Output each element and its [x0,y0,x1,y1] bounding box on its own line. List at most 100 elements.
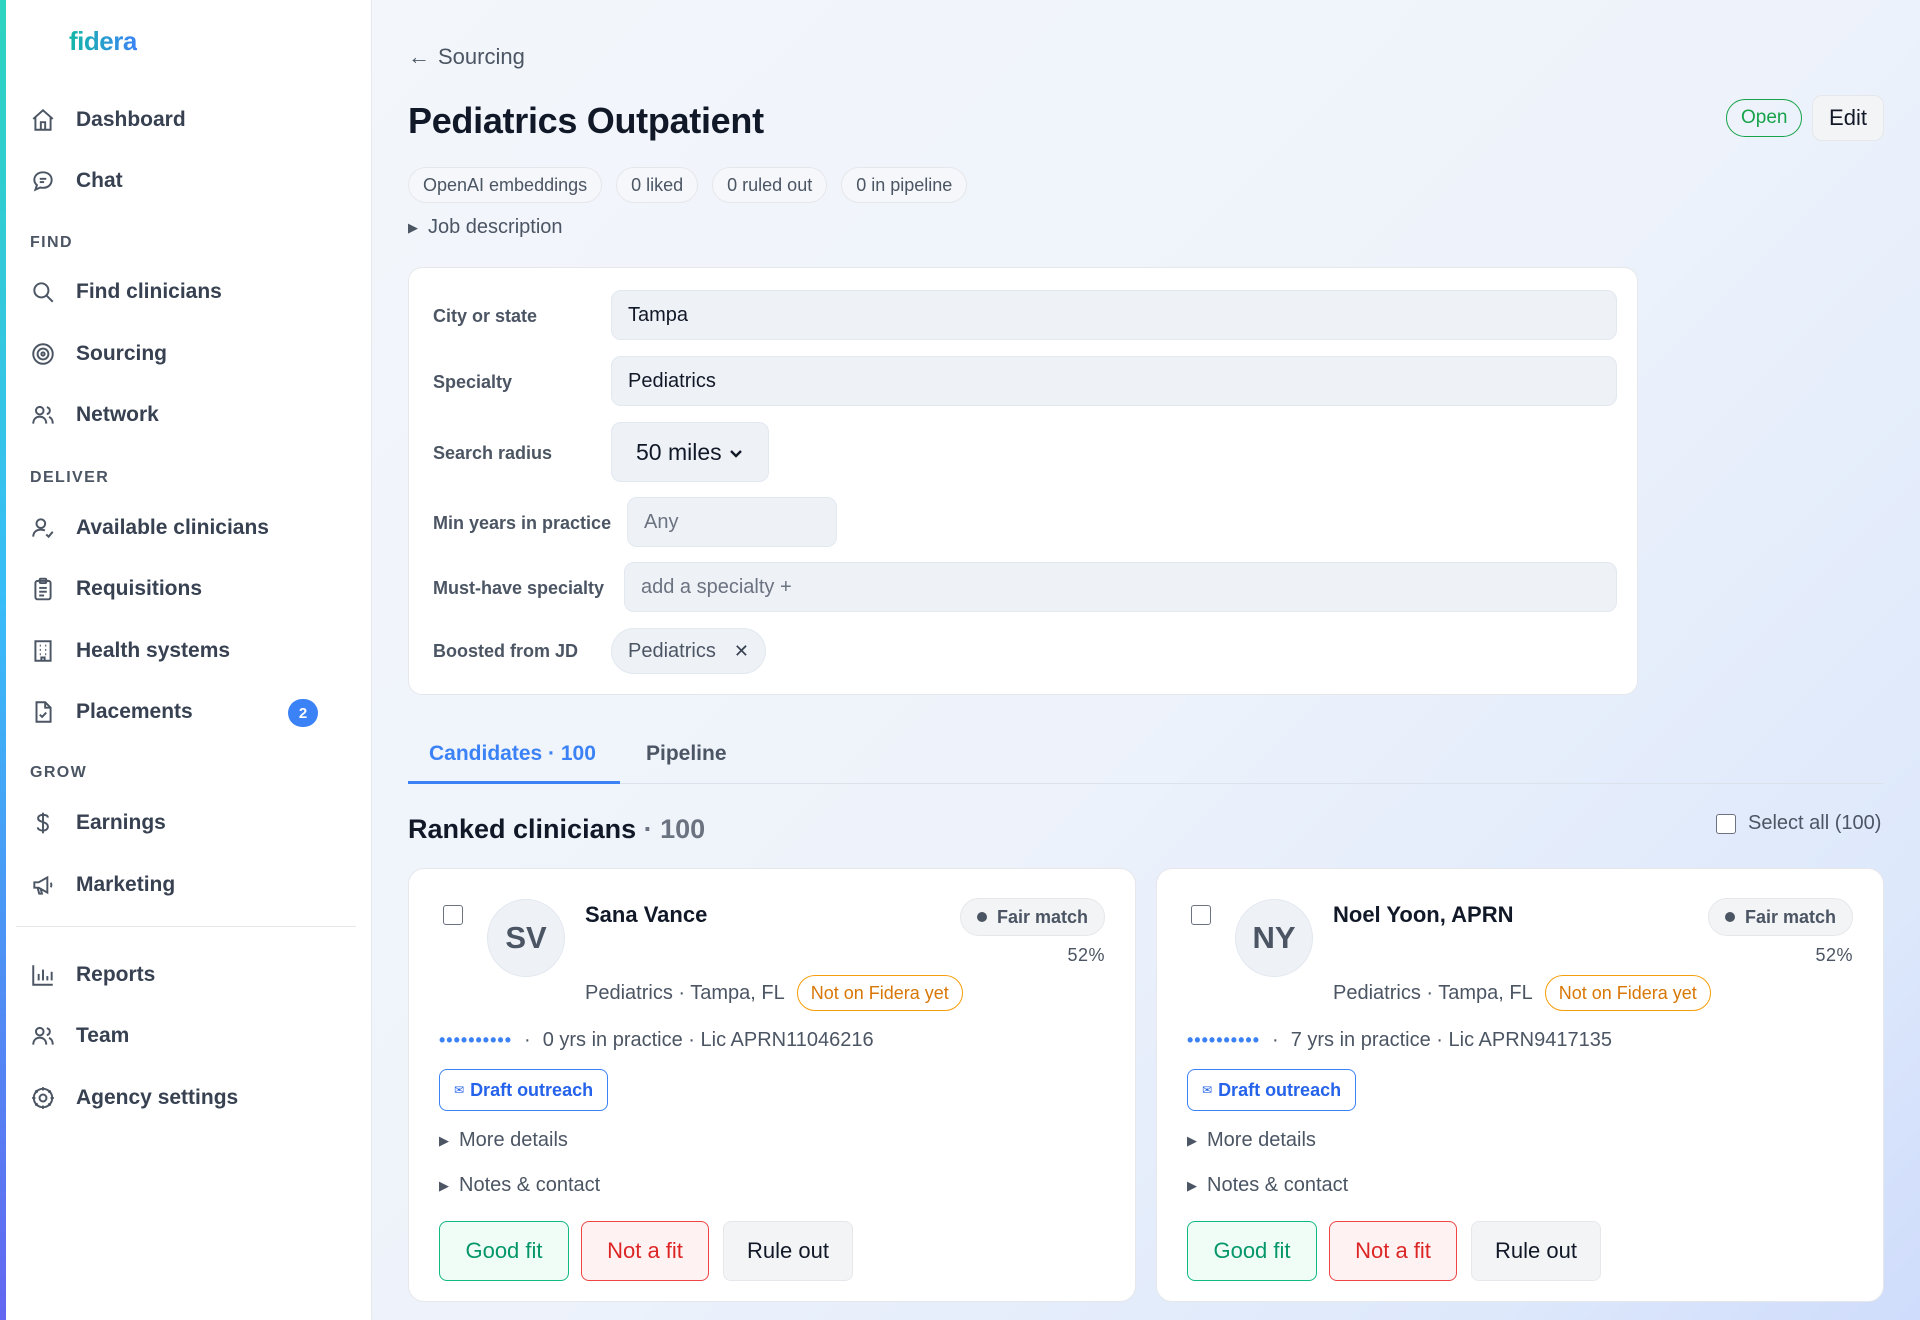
sidebar-item-sourcing[interactable]: Sourcing [30,332,350,376]
megaphone-icon [33,875,53,895]
city-input[interactable]: Tampa [611,290,1617,340]
rule-out-button[interactable]: Rule out [723,1221,853,1281]
search-radius-select[interactable]: 50 miles [611,422,769,482]
back-link-label: Sourcing [438,44,525,69]
match-percent: 52% [1815,945,1853,965]
team-icon [32,1026,54,1045]
must-have-specialty-input[interactable]: add a specialty + [624,562,1617,612]
match-dot-icon [976,912,987,922]
sidebar-item-label: Requisitions [76,577,203,600]
caret-right-icon: ▶ [439,1177,449,1193]
sidebar-item-chat[interactable]: Chat [30,159,350,203]
sidebar-item-placements[interactable]: Placements 2 [30,690,350,734]
home-icon [32,108,54,131]
sidebar-item-requisitions[interactable]: Requisitions [30,567,350,611]
sidebar-item-available-clinicians[interactable]: Available clinicians [30,506,350,550]
rule-out-button[interactable]: Rule out [1471,1221,1601,1281]
search-radius-value: 50 miles [636,438,722,465]
search-icon [33,282,54,303]
sidebar-accent-bar [0,0,6,1320]
filters-panel: City or state Tampa Specialty Pediatrics… [408,267,1638,695]
sidebar-divider [16,926,356,927]
notes-contact-label: Notes & contact [1207,1174,1349,1196]
sidebar-item-find-clinicians[interactable]: Find clinicians [30,270,350,314]
sidebar-item-label: Marketing [76,873,176,896]
draft-outreach-button[interactable]: ✉ Draft outreach [439,1069,609,1111]
boosted-label: Boosted from JD [433,641,579,661]
notes-contact-toggle[interactable]: ▶ Notes & contact [1187,1174,1348,1197]
clipboard-icon [34,577,52,601]
must-have-label: Must-have specialty [433,578,605,598]
select-all[interactable]: Select all (100) [1716,812,1881,835]
sidebar-section-grow: GROW [30,764,88,781]
good-fit-button[interactable]: Good fit [439,1221,569,1281]
sidebar-item-label: Available clinicians [76,516,269,539]
sidebar-item-label: Network [76,403,159,426]
ranked-clinicians-heading: Ranked clinicians · 100 [408,814,705,845]
candidate-details-line: •••••••••• · 7 yrs in practice · Lic APR… [1187,1029,1612,1052]
envelope-icon: ✉ [1202,1083,1213,1097]
sidebar-item-label: Dashboard [76,108,186,131]
tab-pipeline[interactable]: Pipeline [646,742,727,766]
select-all-checkbox[interactable] [1716,813,1736,834]
sidebar-item-network[interactable]: Network [30,393,350,437]
sidebar-section-deliver: DELIVER [30,469,110,486]
page-title: Pediatrics Outpatient [408,100,764,141]
candidate-checkbox[interactable] [443,905,463,925]
select-all-label: Select all (100) [1748,812,1882,834]
separator: · [524,1029,531,1051]
match-badge: Fair match [1707,898,1853,936]
draft-outreach-label: Draft outreach [1218,1079,1342,1100]
users-icon [32,405,54,424]
notes-contact-toggle[interactable]: ▶ Notes & contact [439,1174,600,1197]
back-to-sourcing-link[interactable]: ← Sourcing [408,44,525,70]
min-years-label: Min years in practice [433,513,612,533]
good-fit-button[interactable]: Good fit [1187,1221,1317,1281]
sidebar-item-agency-settings[interactable]: Agency settings [30,1076,350,1120]
app-logo[interactable]: fidera [69,26,137,57]
specialty-input[interactable]: Pediatrics [611,356,1617,406]
sidebar-item-label: Find clinicians [76,280,222,303]
caret-right-icon: ▶ [408,219,418,235]
user-check-icon [32,518,54,539]
sidebar-item-earnings[interactable]: Earnings [30,801,350,845]
edit-button[interactable]: Edit [1812,95,1884,141]
tab-candidates[interactable]: Candidates · 100 [429,742,596,766]
sidebar-item-marketing[interactable]: Marketing [30,863,350,907]
sidebar-item-reports[interactable]: Reports [30,953,350,997]
sidebar-item-label: Earnings [76,811,166,834]
draft-outreach-label: Draft outreach [470,1079,594,1100]
sidebar-section-find: FIND [30,234,73,251]
ranked-count: · 100 [643,814,706,844]
candidate-details-line: •••••••••• · 0 yrs in practice · Lic APR… [439,1029,874,1052]
match-label: Fair match [1744,906,1836,927]
more-details-toggle[interactable]: ▶ More details [1187,1129,1316,1152]
candidate-name[interactable]: Noel Yoon, APRN [1333,902,1514,928]
sidebar-item-dashboard[interactable]: Dashboard [30,98,350,142]
notes-contact-label: Notes & contact [459,1174,601,1196]
not-a-fit-button[interactable]: Not a fit [581,1221,709,1281]
min-years-input[interactable]: Any [627,497,837,547]
chevron-down-icon [728,439,744,466]
caret-right-icon: ▶ [439,1132,449,1148]
job-description-toggle[interactable]: ▶ Job description [408,216,563,239]
sidebar-item-health-systems[interactable]: Health systems [30,629,350,673]
sidebar-item-team[interactable]: Team [30,1014,350,1058]
more-details-label: More details [1207,1129,1316,1151]
chat-icon [33,171,53,192]
not-a-fit-button[interactable]: Not a fit [1329,1221,1457,1281]
match-dot-icon [1724,912,1735,922]
caret-right-icon: ▶ [1187,1177,1197,1193]
city-label: City or state [433,306,538,326]
sidebar-item-label: Team [76,1024,130,1047]
network-status-badge: Not on Fidera yet [1544,975,1711,1011]
candidate-meta: Pediatrics · Tampa, FL Not on Fidera yet [1333,975,1711,1011]
candidate-name[interactable]: Sana Vance [585,902,707,928]
match-label: Fair match [996,906,1088,927]
candidate-checkbox[interactable] [1191,905,1211,925]
draft-outreach-button[interactable]: ✉ Draft outreach [1187,1069,1357,1111]
building-icon [34,640,52,662]
practice-license: 0 yrs in practice · Lic APRN11046216 [542,1029,874,1051]
more-details-toggle[interactable]: ▶ More details [439,1129,568,1152]
remove-tag-icon[interactable]: ✕ [734,641,749,662]
